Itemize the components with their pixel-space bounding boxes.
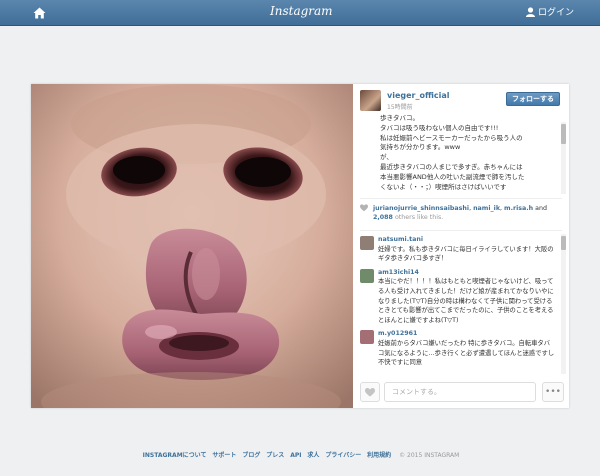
user-icon	[525, 6, 535, 17]
home-button[interactable]	[29, 3, 49, 23]
caption-line: 本当悪影響AND他人の吐いた副流煙で肺を汚した	[380, 172, 525, 181]
post-photo	[31, 84, 353, 408]
caption-line: 歩きタバコ。	[380, 114, 419, 122]
comment-bar: コメントする。 •••	[360, 382, 566, 402]
caption-line: くないよ（・・；）喫煙所はさけばいいです	[380, 182, 507, 191]
likes-others-text: others like this.	[394, 214, 444, 221]
username-link[interactable]: vieger_official	[387, 91, 450, 100]
footer: INSTAGRAMについて サポート ブログ プレス API 求人 プライバシー…	[0, 450, 600, 459]
likes-and-word: and	[535, 205, 548, 212]
caption-line: が、	[380, 153, 393, 162]
liker-link[interactable]: nami_ik	[473, 205, 500, 212]
comment-input[interactable]: コメントする。	[384, 382, 536, 402]
heart-icon	[360, 204, 368, 212]
footer-link-press[interactable]: プレス	[266, 452, 284, 459]
likes-section: jurianojurrie_shinnsaibashi, nami_ik, m.…	[360, 198, 562, 228]
commenter-username[interactable]: am13ichi14	[378, 268, 562, 278]
top-navigation-bar: Instagram ログイン	[0, 0, 600, 26]
post-card: vieger_official 15時間前 フォローする 歩きタバコ。 タバコは…	[31, 84, 569, 408]
footer-link-terms[interactable]: 利用規約	[367, 452, 391, 459]
face-photo-image	[31, 84, 353, 408]
post-timestamp[interactable]: 15時間前	[387, 102, 413, 111]
commenter-avatar[interactable]	[360, 268, 374, 283]
footer-link-blog[interactable]: ブログ	[242, 452, 260, 459]
footer-link-api[interactable]: API	[290, 452, 301, 459]
comments-scrollbar-thumb[interactable]	[561, 236, 566, 250]
login-button[interactable]: ログイン	[525, 5, 574, 18]
commenter-avatar[interactable]	[360, 330, 374, 345]
post-caption: 歩きタバコ。 タバコは吸う吸わない個人の自由です!!! 私は妊娠前ヘビースモーカ…	[380, 114, 560, 198]
more-options-button[interactable]: •••	[542, 382, 564, 402]
heart-outline-icon	[365, 387, 375, 396]
instagram-logo[interactable]: Instagram	[270, 4, 333, 18]
comment-text: 妊娠前からタバコ嫌いだったわ 特に歩きタバコ。自転車タバコ気になるように…歩き行…	[378, 339, 555, 367]
commenter-avatar[interactable]	[360, 236, 374, 250]
comments-scrollbar[interactable]	[561, 234, 566, 374]
footer-link-about[interactable]: INSTAGRAMについて	[143, 452, 207, 459]
comment-text: 妊婦です。私も歩きタバコに毎日イライラしています！大阪のギタ歩きタバコ多すぎ！	[378, 245, 554, 263]
liker-link[interactable]: jurianojurrie_shinnsaibashi	[373, 205, 469, 212]
follow-button[interactable]: フォローする	[506, 92, 560, 106]
footer-link-support[interactable]: サポート	[212, 452, 236, 459]
login-label: ログイン	[537, 8, 574, 18]
footer-link-privacy[interactable]: プライバシー	[325, 452, 361, 459]
caption-scrollbar[interactable]	[561, 122, 566, 194]
likers-text: jurianojurrie_shinnsaibashi, nami_ik, m.…	[373, 205, 548, 221]
footer-link-jobs[interactable]: 求人	[307, 452, 319, 459]
comment-text: 本当にやだ！！！！私はもともと喫煙者じゃないけど、吸ってる人も受け入れてきました…	[378, 278, 554, 324]
commenter-username[interactable]: natsumi.tani	[378, 235, 562, 245]
post-sidebar: vieger_official 15時間前 フォローする 歩きタバコ。 タバコは…	[353, 84, 569, 408]
comments-list: natsumi.tani 妊婦です。私も歩きタバコに毎日イライラしています！大阪…	[360, 230, 562, 376]
caption-line: 私は妊娠前ヘビースモーカーだったから吸う人の	[380, 133, 523, 142]
comment-item: m.y012961 妊娠前からタバコ嫌いだったわ 特に歩きタバコ。自転車タバコ気…	[360, 329, 562, 367]
copyright: © 2015 INSTAGRAM	[399, 452, 460, 459]
likes-count[interactable]: 2,088	[373, 214, 393, 221]
liker-link[interactable]: m.risa.h	[504, 205, 533, 212]
home-icon	[33, 7, 45, 19]
caption-line: 気持ちが分かります。www	[380, 143, 461, 152]
comment-item: natsumi.tani 妊婦です。私も歩きタバコに毎日イライラしています！大阪…	[360, 235, 562, 264]
commenter-username[interactable]: m.y012961	[378, 329, 562, 339]
comment-item: am13ichi14 本当にやだ！！！！私はもともと喫煙者じゃないけど、吸ってる…	[360, 268, 562, 326]
caption-line: タバコは吸う吸わない個人の自由です!!!	[380, 123, 499, 132]
avatar[interactable]	[360, 90, 381, 111]
caption-scrollbar-thumb[interactable]	[561, 124, 566, 144]
like-button[interactable]	[360, 382, 380, 402]
caption-line: 最近歩きタバコの人まじで多すぎ。赤ちゃんには	[380, 162, 523, 171]
